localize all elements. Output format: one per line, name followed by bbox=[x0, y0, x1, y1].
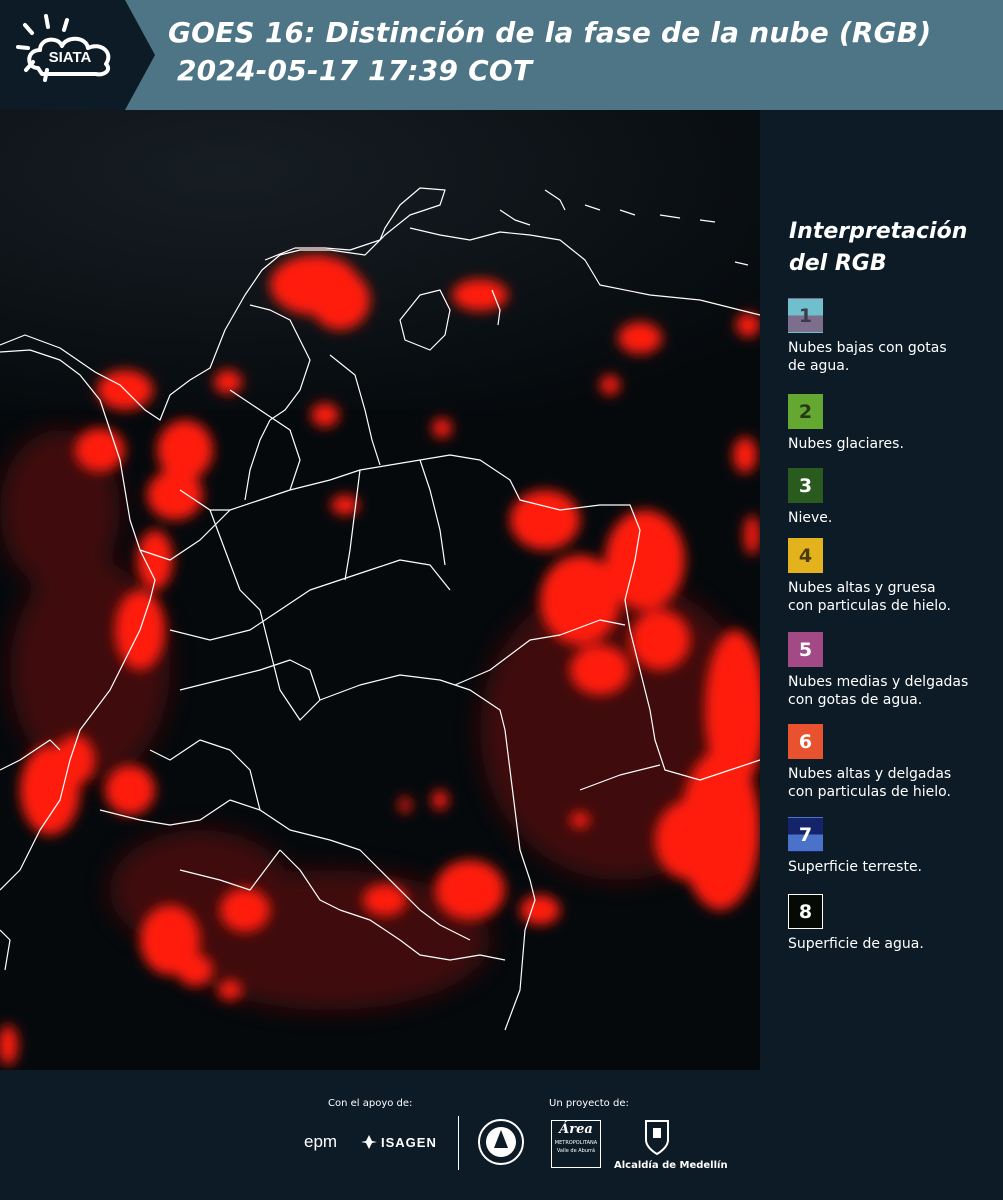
coat-of-arms-icon bbox=[645, 1120, 669, 1156]
footer-bar: Con el apoyo de: Un proyecto de: epm ISA… bbox=[0, 1070, 1003, 1200]
satellite-map[interactable] bbox=[0, 110, 760, 1070]
legend-label-5b: con gotas de agua. bbox=[788, 692, 923, 708]
legend-label-1: Nubes bajas con gotas bbox=[788, 340, 947, 356]
legend-label-2: Nubes glaciares. bbox=[788, 436, 904, 452]
legend-label-7: Superficie terreste. bbox=[788, 859, 923, 875]
legend-number-2: 2 bbox=[798, 400, 813, 423]
legend-label-4b: con particulas de hielo. bbox=[788, 598, 951, 614]
legend-item-5: 5 Nubes medias y delgadas con gotas de a… bbox=[788, 632, 1000, 709]
isagen-label: ISAGEN bbox=[381, 1134, 437, 1150]
header-bar: SIATA GOES 16: Distinción de la fase de … bbox=[0, 0, 1003, 110]
legend-item-2: 2 Nubes glaciares. bbox=[788, 394, 1000, 453]
legend-item-1: 1 Nubes bajas con gotas de agua. bbox=[788, 298, 1000, 375]
title-product: GOES 16: Distinción de la fase de la nub… bbox=[168, 16, 932, 49]
isagen-logo: ISAGEN bbox=[360, 1134, 437, 1150]
legend-label-3: Nieve. bbox=[788, 510, 833, 526]
legend-swatch-6: 6 bbox=[788, 724, 823, 759]
legend-item-7: 7 Superficie terreste. bbox=[788, 817, 1000, 876]
isagen-icon bbox=[361, 1135, 377, 1149]
legend-item-8: 8 Superficie de agua. bbox=[788, 894, 1000, 953]
legend-number-5: 5 bbox=[798, 638, 813, 661]
legend-label-6: Nubes altas y delgadas bbox=[788, 766, 952, 782]
area-label-valle: Valle de Aburrá bbox=[556, 1148, 596, 1154]
legend-panel: Interpretación del RGB 1 Nubes bajas con… bbox=[760, 110, 1003, 1070]
legend-title-line1: Interpretación bbox=[789, 219, 968, 244]
legend-label-4: Nubes altas y gruesa bbox=[788, 580, 936, 596]
legend-number-1: 1 bbox=[798, 304, 813, 327]
legend-swatch-5: 5 bbox=[788, 632, 823, 667]
legend-item-3: 3 Nieve. bbox=[788, 468, 1000, 527]
seal-icon bbox=[478, 1119, 524, 1165]
alcaldia-label: Alcaldía de Medellín bbox=[614, 1160, 728, 1171]
legend-label-8: Superficie de agua. bbox=[788, 936, 924, 952]
area-label-metropolitana: METROPOLITANA bbox=[554, 1140, 598, 1146]
legend-swatch-8: 8 bbox=[788, 894, 823, 929]
legend-number-4: 4 bbox=[798, 544, 813, 567]
page-title: GOES 16: Distinción de la fase de la nub… bbox=[168, 14, 931, 90]
legend-swatch-2: 2 bbox=[788, 394, 823, 429]
legend-number-6: 6 bbox=[798, 730, 813, 753]
legend-swatch-7: 7 bbox=[788, 817, 823, 852]
legend-item-4: 4 Nubes altas y gruesa con particulas de… bbox=[788, 538, 1000, 615]
project-label: Un proyecto de: bbox=[549, 1098, 629, 1109]
title-timestamp: 2024-05-17 17:39 COT bbox=[177, 54, 533, 87]
legend-item-6: 6 Nubes altas y delgadas con particulas … bbox=[788, 724, 1000, 801]
map-canvas bbox=[0, 110, 760, 1070]
legend-label-6b: con particulas de hielo. bbox=[788, 784, 951, 800]
legend-number-8: 8 bbox=[798, 900, 813, 923]
legend-number-7: 7 bbox=[798, 823, 813, 846]
legend-swatch-1: 1 bbox=[788, 298, 823, 333]
legend-number-3: 3 bbox=[798, 474, 813, 497]
svg-text:SIATA: SIATA bbox=[49, 49, 92, 66]
area-metropolitana-logo: Área METROPOLITANA Valle de Aburrá bbox=[551, 1120, 601, 1168]
footer-divider bbox=[458, 1116, 459, 1170]
siata-logo: SIATA bbox=[0, 0, 155, 110]
area-label: Área bbox=[559, 1122, 593, 1137]
legend-swatch-4: 4 bbox=[788, 538, 823, 573]
legend-title: Interpretación del RGB bbox=[789, 216, 967, 280]
legend-label-1b: de agua. bbox=[788, 358, 850, 374]
legend-label-5: Nubes medias y delgadas bbox=[788, 674, 969, 690]
legend-swatch-3: 3 bbox=[788, 468, 823, 503]
legend-title-line2: del RGB bbox=[789, 251, 887, 276]
support-label: Con el apoyo de: bbox=[328, 1098, 413, 1109]
epm-logo: epm bbox=[304, 1132, 338, 1151]
